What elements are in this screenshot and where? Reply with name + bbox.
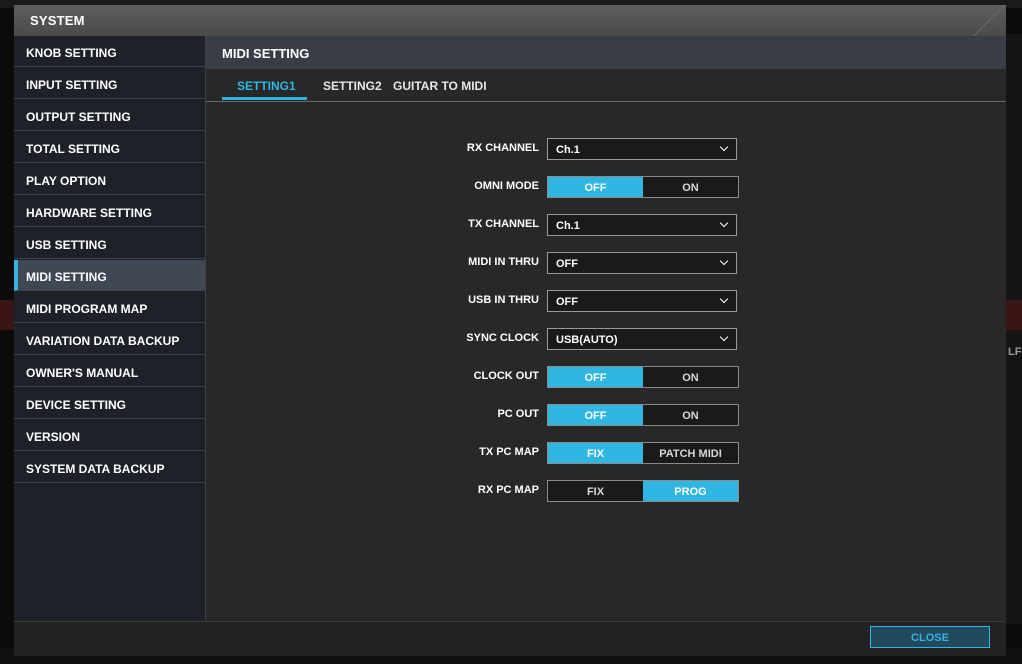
sidebar-item-version[interactable]: VERSION	[14, 420, 205, 451]
background-app-accent-left	[0, 300, 14, 330]
sidebar-item-owners-manual[interactable]: OWNER'S MANUAL	[14, 356, 205, 387]
select-value: Ch.1	[556, 144, 580, 156]
setting-row-clock-out: CLOCK OUT OFF ON	[206, 366, 1006, 391]
setting-row-rx-pc-map: RX PC MAP FIX PROG	[206, 480, 1006, 505]
dialog-titlebar[interactable]: SYSTEM	[14, 5, 1006, 36]
resize-corner-icon	[972, 5, 1006, 36]
system-dialog: SYSTEM KNOB SETTING INPUT SETTING OUTPUT…	[14, 5, 1006, 656]
sidebar-item-device-setting[interactable]: DEVICE SETTING	[14, 388, 205, 419]
sidebar-item-label: OWNER'S MANUAL	[26, 366, 139, 380]
sidebar-item-variation-data-backup[interactable]: VARIATION DATA BACKUP	[14, 324, 205, 355]
tx-pc-map-fix-option[interactable]: FIX	[548, 443, 643, 463]
clock-out-toggle: OFF ON	[547, 366, 739, 388]
active-tab-indicator	[222, 97, 307, 100]
setting-row-omni-mode: OMNI MODE OFF ON	[206, 176, 1006, 201]
sidebar-item-total-setting[interactable]: TOTAL SETTING	[14, 132, 205, 163]
usb-in-thru-select[interactable]: OFF	[547, 290, 737, 312]
tx-pc-map-toggle: FIX PATCH MIDI	[547, 442, 739, 464]
clock-out-off-option[interactable]: OFF	[548, 367, 643, 387]
main-panel: MIDI SETTING SETTING1 SETTING2 GUITAR TO…	[206, 36, 1006, 621]
page-title: MIDI SETTING	[206, 36, 1006, 69]
sidebar-item-label: OUTPUT SETTING	[26, 110, 131, 124]
setting-label: OMNI MODE	[474, 180, 539, 192]
sidebar-item-midi-program-map[interactable]: MIDI PROGRAM MAP	[14, 292, 205, 323]
pc-out-off-option[interactable]: OFF	[548, 405, 643, 425]
setting-label: PC OUT	[497, 408, 539, 420]
background-app-label: LF	[1008, 346, 1022, 358]
sidebar-item-label: MIDI SETTING	[26, 270, 107, 284]
dialog-footer: CLOSE	[14, 621, 1006, 656]
tx-pc-map-patch-midi-option[interactable]: PATCH MIDI	[643, 443, 738, 463]
rx-pc-map-toggle: FIX PROG	[547, 480, 739, 502]
select-value: USB(AUTO)	[556, 334, 618, 346]
sidebar: KNOB SETTING INPUT SETTING OUTPUT SETTIN…	[14, 36, 206, 621]
select-value: Ch.1	[556, 220, 580, 232]
close-button[interactable]: CLOSE	[870, 626, 990, 648]
dialog-title: SYSTEM	[30, 13, 85, 28]
sidebar-item-label: PLAY OPTION	[26, 174, 107, 188]
setting-label: TX CHANNEL	[468, 218, 539, 230]
setting-row-sync-clock: SYNC CLOCK USB(AUTO)	[206, 328, 1006, 353]
sidebar-item-label: MIDI PROGRAM MAP	[26, 302, 148, 316]
select-value: OFF	[556, 296, 578, 308]
setting-row-pc-out: PC OUT OFF ON	[206, 404, 1006, 429]
setting-row-usb-in-thru: USB IN THRU OFF	[206, 290, 1006, 315]
omni-mode-toggle: OFF ON	[547, 176, 739, 198]
chevron-down-icon	[719, 142, 729, 152]
sidebar-item-label: VERSION	[26, 430, 81, 444]
setting-label: SYNC CLOCK	[466, 332, 539, 344]
midi-in-thru-select[interactable]: OFF	[547, 252, 737, 274]
background-app-accent	[1006, 300, 1022, 330]
sidebar-item-output-setting[interactable]: OUTPUT SETTING	[14, 100, 205, 131]
select-value: OFF	[556, 258, 578, 270]
sidebar-item-label: HARDWARE SETTING	[26, 206, 152, 220]
sidebar-item-label: VARIATION DATA BACKUP	[26, 334, 180, 348]
chevron-down-icon	[719, 218, 729, 228]
tab-guitar-to-midi[interactable]: GUITAR TO MIDI	[393, 79, 487, 93]
sidebar-item-label: USB SETTING	[26, 238, 107, 252]
sidebar-item-input-setting[interactable]: INPUT SETTING	[14, 68, 205, 99]
sidebar-item-play-option[interactable]: PLAY OPTION	[14, 164, 205, 195]
tab-bar: SETTING1 SETTING2 GUITAR TO MIDI	[206, 69, 1006, 102]
setting-label: TX PC MAP	[479, 446, 539, 458]
rx-pc-map-fix-option[interactable]: FIX	[548, 481, 643, 501]
sidebar-item-label: SYSTEM DATA BACKUP	[26, 462, 165, 476]
setting-label: MIDI IN THRU	[468, 256, 539, 268]
setting-row-tx-pc-map: TX PC MAP FIX PATCH MIDI	[206, 442, 1006, 467]
sidebar-item-usb-setting[interactable]: USB SETTING	[14, 228, 205, 259]
setting-label: CLOCK OUT	[473, 370, 539, 382]
sidebar-item-system-data-backup[interactable]: SYSTEM DATA BACKUP	[14, 452, 205, 483]
sidebar-item-label: DEVICE SETTING	[26, 398, 127, 412]
tab-setting1[interactable]: SETTING1	[237, 79, 296, 93]
setting-row-rx-channel: RX CHANNEL Ch.1	[206, 138, 1006, 163]
rx-channel-select[interactable]: Ch.1	[547, 138, 737, 160]
setting-row-midi-in-thru: MIDI IN THRU OFF	[206, 252, 1006, 277]
clock-out-on-option[interactable]: ON	[643, 367, 738, 387]
omni-mode-off-option[interactable]: OFF	[548, 177, 643, 197]
sidebar-item-midi-setting[interactable]: MIDI SETTING	[14, 260, 205, 291]
tab-setting2[interactable]: SETTING2	[323, 79, 382, 93]
setting-label: RX PC MAP	[477, 484, 539, 496]
sidebar-item-knob-setting[interactable]: KNOB SETTING	[14, 36, 205, 67]
pc-out-on-option[interactable]: ON	[643, 405, 738, 425]
sidebar-item-label: KNOB SETTING	[26, 46, 117, 60]
tx-channel-select[interactable]: Ch.1	[547, 214, 737, 236]
chevron-down-icon	[719, 294, 729, 304]
sidebar-item-label: INPUT SETTING	[26, 78, 118, 92]
setting-label: RX CHANNEL	[466, 142, 539, 154]
sidebar-item-hardware-setting[interactable]: HARDWARE SETTING	[14, 196, 205, 227]
rx-pc-map-prog-option[interactable]: PROG	[643, 481, 738, 501]
setting-row-tx-channel: TX CHANNEL Ch.1	[206, 214, 1006, 239]
omni-mode-on-option[interactable]: ON	[643, 177, 738, 197]
pc-out-toggle: OFF ON	[547, 404, 739, 426]
chevron-down-icon	[719, 256, 729, 266]
setting-label: USB IN THRU	[468, 294, 539, 306]
sidebar-item-label: TOTAL SETTING	[26, 142, 121, 156]
chevron-down-icon	[719, 332, 729, 342]
sync-clock-select[interactable]: USB(AUTO)	[547, 328, 737, 350]
